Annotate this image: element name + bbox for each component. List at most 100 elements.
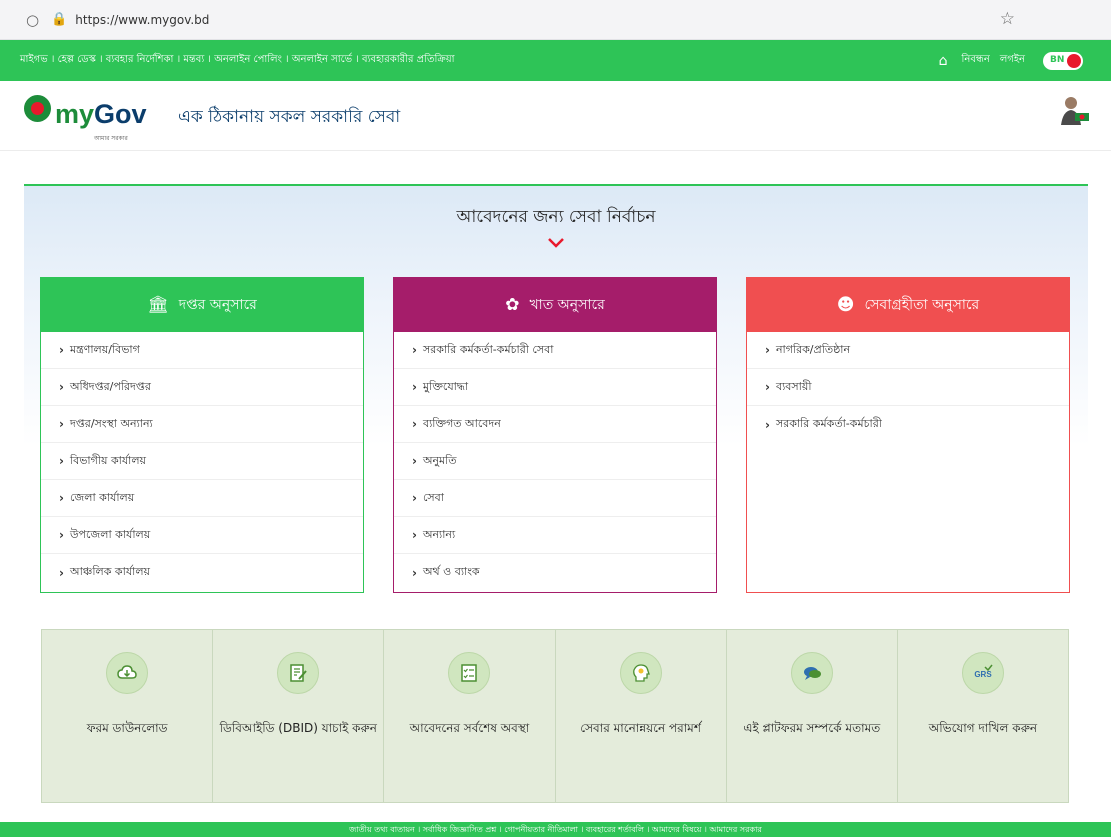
chevron-right-icon: › bbox=[765, 343, 770, 357]
list-item[interactable]: › জেলা কার্যালয় bbox=[41, 480, 363, 517]
tile-application-status[interactable]: আবেদনের সর্বশেষ অবস্থা bbox=[384, 630, 556, 802]
card-list: › সরকারি কর্মকর্তা-কর্মচারী সেবা › মুক্তিয… bbox=[394, 332, 716, 591]
chevron-right-icon: › bbox=[412, 454, 417, 468]
grs-icon: GRS bbox=[961, 652, 1004, 694]
chevron-right-icon: › bbox=[765, 417, 770, 432]
list-item-label: জেলা কার্যালয় bbox=[69, 490, 135, 504]
chevron-right-icon: › bbox=[59, 380, 64, 394]
url-field[interactable]: https://www.mygov.bd bbox=[75, 13, 209, 27]
card-header-by-sector[interactable]: ✿ খাত অনুসারে bbox=[394, 278, 716, 332]
list-item-label: সরকারি কর্মকর্তা-কর্মচারী সেবা bbox=[422, 342, 554, 356]
list-item[interactable]: › সরকারি কর্মকর্তা-কর্মচারী bbox=[747, 406, 1069, 443]
list-item[interactable]: › সরকারি কর্মকর্তা-কর্মচারী সেবা bbox=[394, 332, 716, 369]
tile-label: ডিবিআইডি (DBID) যাচাই করুন bbox=[219, 721, 377, 735]
list-item-label: দপ্তর/সংস্থা অন্যান্য bbox=[69, 416, 153, 430]
list-item-label: অর্থ ও ব্যাংক bbox=[422, 565, 480, 578]
tile-platform-feedback[interactable]: এই প্লাটফরম সম্পর্কে মতামত bbox=[726, 630, 898, 802]
toggle-knob bbox=[1067, 53, 1081, 68]
chevron-right-icon: › bbox=[412, 565, 417, 580]
tile-label: সেবার মানোন্নয়নে পরামর্শ bbox=[580, 721, 701, 735]
list-item-label: অনুমতি bbox=[422, 453, 457, 467]
building-icon: 🏛 bbox=[147, 295, 169, 315]
list-item[interactable]: › অন্যান্য bbox=[394, 517, 716, 554]
chevron-right-icon: › bbox=[412, 343, 417, 357]
chevron-right-icon: › bbox=[412, 417, 417, 431]
tile-label: অভিযোগ দাখিল করুন bbox=[928, 721, 1038, 735]
card-list: › মন্ত্রণালয়/বিভাগ › অধিদপ্তর/পরিদপ্তর › দ… bbox=[41, 332, 363, 591]
card-by-sector: ✿ খাত অনুসারে › সরকারি কর্মকর্তা-কর্মচারী… bbox=[393, 277, 717, 593]
site-header: my Gov আমার সরকার এক ঠিকানায় সকল সরকারি… bbox=[0, 81, 1111, 151]
card-heading: দপ্তর অনুসারে bbox=[178, 297, 257, 313]
chevron-right-icon: › bbox=[412, 528, 417, 542]
list-item-label: সেবা bbox=[422, 490, 444, 504]
cloud-download-icon bbox=[106, 652, 149, 694]
list-item[interactable]: › সেবা bbox=[394, 480, 716, 517]
language-toggle[interactable]: BN bbox=[1043, 51, 1083, 70]
card-header-by-recipient[interactable]: ☻ সেবাগ্রহীতা অনুসারে bbox=[747, 278, 1069, 332]
list-item[interactable]: › মুক্তিযোদ্ধা bbox=[394, 369, 716, 406]
login-link[interactable]: লগইন bbox=[1000, 52, 1025, 69]
list-item-label: ব্যবসায়ী bbox=[775, 379, 812, 393]
list-item[interactable]: › বিভাগীয় কার্যালয় bbox=[41, 443, 363, 480]
top-nav-links[interactable]: মাইগভ । হেল্প ডেস্ক । ব্যবহার নির্দেশিকা… bbox=[20, 52, 455, 69]
list-item[interactable]: › অনুমতি bbox=[394, 443, 716, 480]
chevron-right-icon: › bbox=[59, 565, 64, 580]
list-item-label: নাগরিক/প্রতিষ্ঠান bbox=[775, 342, 851, 356]
list-item-label: বিভাগীয় কার্যালয় bbox=[69, 453, 147, 467]
list-item[interactable]: › নাগরিক/প্রতিষ্ঠান bbox=[747, 332, 1069, 369]
list-item[interactable]: › ব্যক্তিগত আবেদন bbox=[394, 406, 716, 443]
tile-label: এই প্লাটফরম সম্পর্কে মতামত bbox=[743, 721, 881, 735]
sectors-icon: ✿ bbox=[505, 295, 520, 315]
tile-dbid-verify[interactable]: ডিবিআইডি (DBID) যাচাই করুন bbox=[213, 630, 385, 802]
chevron-right-icon: › bbox=[59, 528, 64, 542]
home-icon[interactable]: ⌂ bbox=[939, 53, 948, 69]
mygov-logo[interactable]: my Gov আমার সরকার bbox=[24, 95, 147, 142]
quick-action-tiles: ফরম ডাউনলোড ডিবিআইডি (DBID) যাচাই করুন আ… bbox=[41, 629, 1069, 803]
site-tagline: এক ঠিকানায় সকল সরকারি সেবা bbox=[178, 107, 401, 127]
idea-head-icon bbox=[619, 652, 662, 694]
tile-service-suggestion[interactable]: সেবার মানোন্নয়নে পরামর্শ bbox=[555, 630, 727, 802]
tile-file-complaint[interactable]: GRS অভিযোগ দাখিল করুন bbox=[897, 630, 1069, 802]
chevron-right-icon: › bbox=[59, 454, 64, 468]
chat-bubbles-icon bbox=[790, 652, 833, 694]
card-by-recipient: ☻ সেবাগ্রহীতা অনুসারে › নাগরিক/প্রতিষ্ঠান… bbox=[746, 277, 1070, 593]
portrait-icon bbox=[1061, 97, 1089, 125]
chevron-right-icon: › bbox=[412, 380, 417, 394]
list-item[interactable]: › উপজেলা কার্যালয় bbox=[41, 517, 363, 554]
browser-url-bar: ○ 🔒 https://www.mygov.bd ☆ bbox=[0, 0, 1111, 40]
chevron-right-icon: › bbox=[412, 491, 417, 505]
card-heading: খাত অনুসারে bbox=[529, 297, 605, 313]
list-item[interactable]: › ব্যবসায়ী bbox=[747, 369, 1069, 406]
top-nav-right: ⌂ নিবন্ধন লগইন BN bbox=[939, 40, 1083, 81]
chevron-right-icon: › bbox=[59, 343, 64, 357]
list-item-label: অন্যান্য bbox=[422, 527, 456, 541]
list-item-label: অধিদপ্তর/পরিদপ্তর bbox=[69, 379, 151, 393]
users-icon: ☻ bbox=[836, 295, 855, 315]
list-item[interactable]: › দপ্তর/সংস্থা অন্যান্য bbox=[41, 406, 363, 443]
section-title: আবেদনের জন্য সেবা নির্বাচন bbox=[456, 207, 656, 227]
list-item[interactable]: › অর্থ ও ব্যাংক bbox=[394, 554, 716, 591]
list-item[interactable]: › মন্ত্রণালয়/বিভাগ bbox=[41, 332, 363, 369]
tile-label: আবেদনের সর্বশেষ অবস্থা bbox=[409, 721, 530, 735]
shield-icon[interactable]: ○ bbox=[26, 11, 39, 29]
card-header-by-office[interactable]: 🏛 দপ্তর অনুসারে bbox=[41, 278, 363, 332]
list-item-label: মুক্তিযোদ্ধা bbox=[422, 379, 469, 393]
chevron-right-icon: › bbox=[765, 380, 770, 394]
footer-links[interactable]: জাতীয় তথ্য বাতায়ন । সর্বাধিক জিজ্ঞাসিত… bbox=[349, 825, 762, 834]
list-item[interactable]: › আঞ্চলিক কার্যালয় bbox=[41, 554, 363, 591]
register-link[interactable]: নিবন্ধন bbox=[962, 52, 990, 69]
logo-text-gov: Gov bbox=[94, 99, 147, 129]
list-item-label: সরকারি কর্মকর্তা-কর্মচারী bbox=[775, 417, 882, 430]
lock-icon: 🔒 bbox=[51, 12, 68, 27]
tile-form-download[interactable]: ফরম ডাউনলোড bbox=[42, 630, 214, 802]
tile-label: ফরম ডাউনলোড bbox=[86, 721, 168, 735]
checklist-icon bbox=[448, 652, 491, 694]
language-toggle-label: BN bbox=[1050, 54, 1065, 65]
list-item[interactable]: › অধিদপ্তর/পরিদপ্তর bbox=[41, 369, 363, 406]
list-item-label: উপজেলা কার্যালয় bbox=[69, 527, 151, 541]
logo-subtitle: আমার সরকার bbox=[94, 135, 128, 142]
card-heading: সেবাগ্রহীতা অনুসারে bbox=[864, 297, 980, 313]
bookmark-star-icon[interactable]: ☆ bbox=[1000, 9, 1015, 29]
card-by-office: 🏛 দপ্তর অনুসারে › মন্ত্রণালয়/বিভাগ › অধিদ… bbox=[40, 277, 364, 593]
chevron-right-icon: › bbox=[59, 417, 64, 431]
